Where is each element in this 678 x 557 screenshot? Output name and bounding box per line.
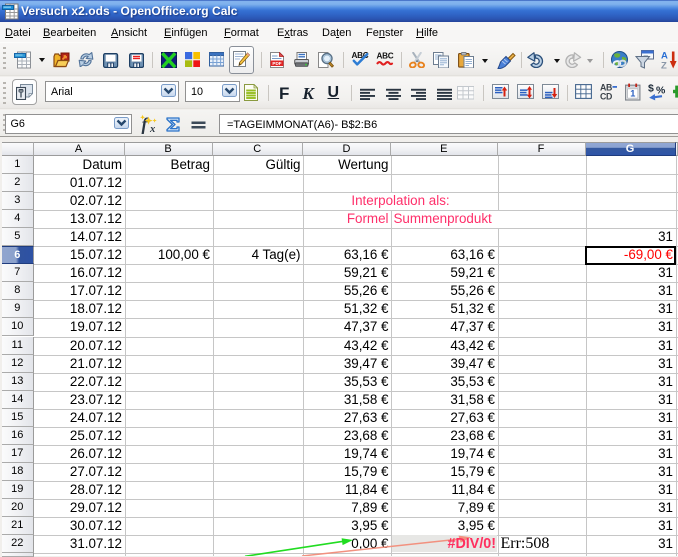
svg-text:$: $ bbox=[648, 82, 654, 94]
svg-text:Z: Z bbox=[661, 60, 667, 69]
svg-text:PDF: PDF bbox=[272, 61, 281, 66]
svg-text:ABC: ABC bbox=[376, 52, 393, 61]
svg-text:x: x bbox=[149, 124, 155, 134]
svg-text:%: % bbox=[656, 84, 666, 96]
svg-text:1: 1 bbox=[630, 88, 635, 98]
svg-text:CD: CD bbox=[600, 92, 612, 101]
